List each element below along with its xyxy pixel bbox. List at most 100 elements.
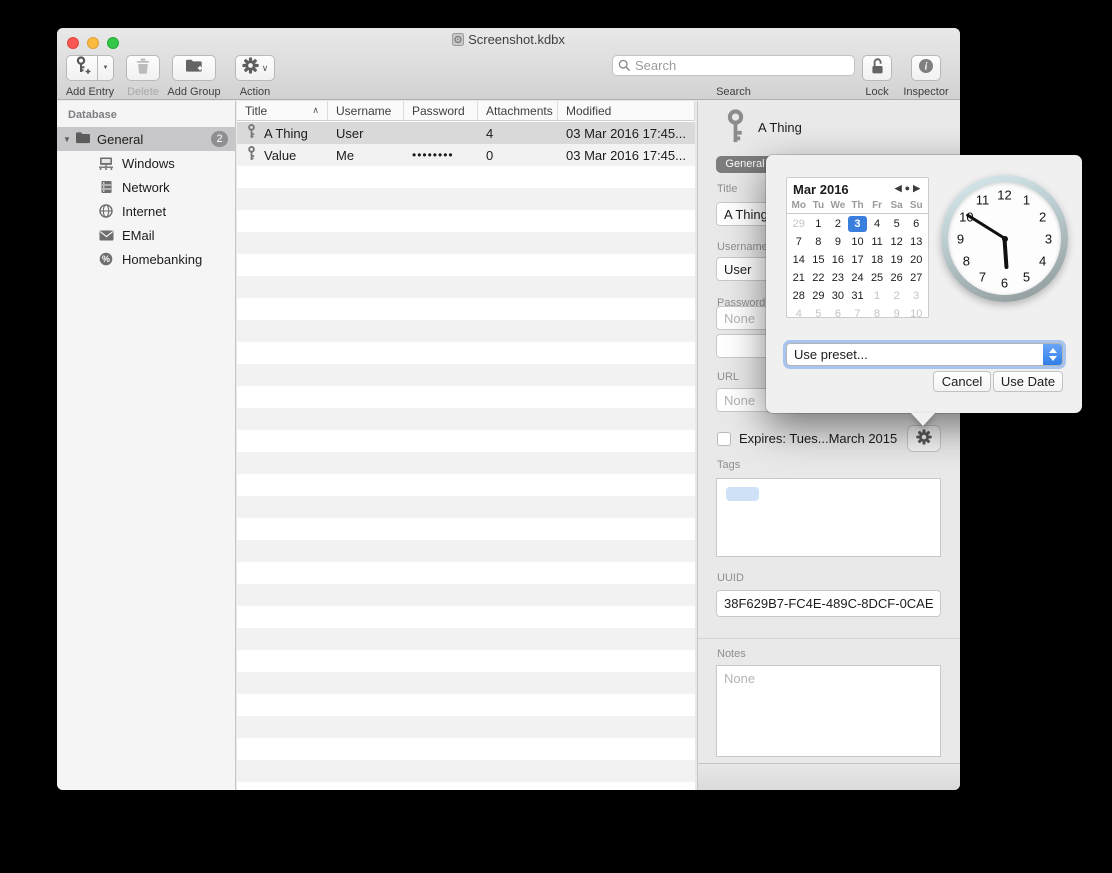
inspector-button[interactable]: i	[911, 55, 941, 81]
calendar-day[interactable]: 30	[828, 288, 848, 304]
search-input[interactable]	[612, 55, 855, 76]
calendar-day[interactable]: 10	[848, 234, 868, 250]
add-group-button[interactable]	[172, 55, 216, 81]
calendar-day[interactable]: 11	[867, 234, 887, 250]
today-icon[interactable]: ●	[905, 183, 913, 193]
notes-placeholder: None	[724, 671, 755, 686]
table-row[interactable]: A ThingUser403 Mar 2016 17:45...	[237, 122, 695, 144]
calendar-day[interactable]: 14	[789, 252, 809, 268]
calendar-day[interactable]: 4	[867, 216, 887, 232]
action-button[interactable]: ∨	[235, 55, 275, 81]
calendar-day[interactable]: 27	[906, 270, 926, 286]
hour-hand[interactable]	[1003, 238, 1009, 268]
delete-button[interactable]	[126, 55, 160, 81]
calendar-day[interactable]: 4	[789, 306, 809, 322]
calendar-day[interactable]: 2	[828, 216, 848, 232]
column-header-password[interactable]: Password	[404, 101, 478, 121]
table-row-empty	[237, 342, 695, 364]
sidebar-item-email[interactable]: EMail	[57, 223, 236, 247]
table-row-empty	[237, 628, 695, 650]
analog-clock[interactable]: 123456789101112	[941, 175, 1068, 302]
calendar-day[interactable]: 16	[828, 252, 848, 268]
lock-label: Lock	[865, 86, 888, 98]
minute-hand[interactable]	[965, 213, 1005, 239]
calendar-day[interactable]: 29	[809, 288, 829, 304]
add-entry-button[interactable]	[66, 55, 97, 81]
cancel-button[interactable]: Cancel	[933, 371, 991, 392]
calendar-day[interactable]: 20	[906, 252, 926, 268]
use-date-button[interactable]: Use Date	[993, 371, 1063, 392]
calendar-day[interactable]: 31	[848, 288, 868, 304]
calendar-day[interactable]: 2	[887, 288, 907, 304]
column-header-title[interactable]: Title∧	[237, 101, 328, 121]
calendar-day[interactable]: 5	[887, 216, 907, 232]
calendar-day[interactable]: 23	[828, 270, 848, 286]
table-row-empty	[237, 210, 695, 232]
table-row-empty	[237, 540, 695, 562]
calendar-day[interactable]: 10	[906, 306, 926, 322]
titlebar: Screenshot.kdbx	[57, 32, 960, 50]
unlocked-padlock-icon	[870, 57, 885, 80]
calendar-day[interactable]: 1	[867, 288, 887, 304]
table-row[interactable]: ValueMe••••••••003 Mar 2016 17:45...	[237, 144, 695, 166]
sidebar-item-network[interactable]: Network	[57, 175, 236, 199]
sidebar-item-general[interactable]: ▼ General 2	[57, 127, 236, 151]
calendar-weekday-row: MoTuWeThFrSaSu	[787, 198, 928, 214]
prev-month-icon[interactable]: ◀	[895, 183, 905, 193]
sidebar-header: Database	[68, 109, 117, 121]
expires-date-picker-button[interactable]	[907, 425, 941, 452]
calendar-day[interactable]: 5	[809, 306, 829, 322]
calendar-day[interactable]: 29	[789, 216, 809, 232]
calendar-day[interactable]: 22	[809, 270, 829, 286]
expires-checkbox[interactable]	[717, 432, 731, 446]
url-field-label: URL	[717, 371, 739, 383]
date-picker-popover: Mar 2016 ◀●▶ MoTuWeThFrSaSu 291234567891…	[766, 155, 1082, 413]
inspector-label: Inspector	[903, 86, 948, 98]
sidebar-item-homebanking[interactable]: %Homebanking	[57, 247, 236, 271]
calendar-day[interactable]: 8	[867, 306, 887, 322]
column-header-username[interactable]: Username	[328, 101, 404, 121]
search-group: Search	[612, 55, 855, 76]
window-title: Screenshot.kdbx	[468, 32, 565, 47]
calendar-month-label: Mar 2016	[793, 182, 849, 197]
calendar-day[interactable]: 3	[906, 288, 926, 304]
username-field-label: Username	[717, 241, 768, 253]
add-entry-dropdown-button[interactable]: ▼	[97, 55, 114, 81]
column-header-modified[interactable]: Modified	[558, 101, 695, 121]
sidebar-item-internet[interactable]: Internet	[57, 199, 236, 223]
calendar-day[interactable]: 26	[887, 270, 907, 286]
calendar-day[interactable]: 28	[789, 288, 809, 304]
calendar-day[interactable]: 18	[867, 252, 887, 268]
calendar-day[interactable]: 9	[887, 306, 907, 322]
sidebar-item-windows[interactable]: Windows	[57, 151, 236, 175]
column-header-attachments[interactable]: Attachments	[478, 101, 558, 121]
preset-select[interactable]: Use preset...	[786, 343, 1063, 366]
disclosure-triangle-icon[interactable]: ▼	[59, 135, 75, 144]
clock-number: 3	[1045, 231, 1052, 246]
calendar-day[interactable]: 19	[887, 252, 907, 268]
notes-field[interactable]: None	[716, 665, 941, 757]
lock-button[interactable]	[862, 55, 892, 81]
table-row-empty	[237, 496, 695, 518]
calendar-day[interactable]: 13	[906, 234, 926, 250]
calendar-day[interactable]: 12	[887, 234, 907, 250]
tags-box[interactable]	[716, 478, 941, 557]
calendar-day[interactable]: 17	[848, 252, 868, 268]
calendar-day[interactable]: 21	[789, 270, 809, 286]
calendar-day-selected[interactable]: 3	[848, 216, 868, 232]
tag-token[interactable]	[726, 487, 759, 501]
calendar-day[interactable]: 25	[867, 270, 887, 286]
calendar-day[interactable]: 7	[789, 234, 809, 250]
calendar-day[interactable]: 24	[848, 270, 868, 286]
next-month-icon[interactable]: ▶	[913, 183, 923, 193]
calendar-day[interactable]: 6	[906, 216, 926, 232]
calendar-day[interactable]: 1	[809, 216, 829, 232]
calendar-day[interactable]: 8	[809, 234, 829, 250]
select-stepper-icon[interactable]	[1043, 344, 1062, 365]
calendar-day[interactable]: 15	[809, 252, 829, 268]
calendar-day[interactable]: 9	[828, 234, 848, 250]
calendar-grid: 2912345678910111213141516171819202122232…	[787, 214, 928, 324]
calendar-day[interactable]: 7	[848, 306, 868, 322]
calendar-day[interactable]: 6	[828, 306, 848, 322]
uuid-field[interactable]	[716, 590, 941, 617]
